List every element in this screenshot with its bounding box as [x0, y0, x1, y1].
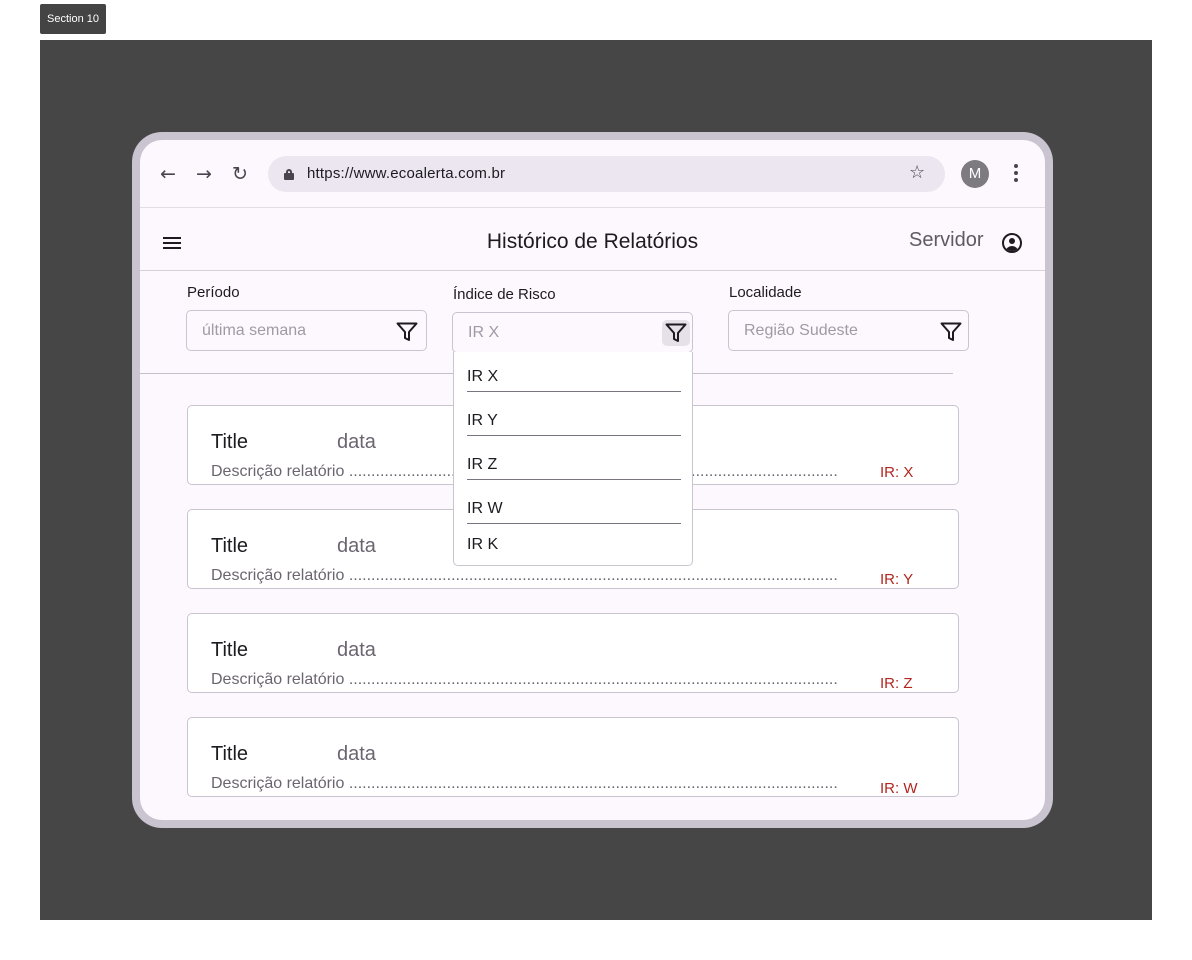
screen: ← → ↻ https://www.ecoalerta.com.br ☆ M H… — [140, 140, 1045, 820]
localidade-filter[interactable]: Região Sudeste — [728, 310, 969, 351]
star-icon[interactable]: ☆ — [909, 162, 925, 183]
periodo-label: Período — [187, 284, 240, 301]
report-date: data — [337, 431, 376, 453]
address-bar[interactable]: https://www.ecoalerta.com.br ☆ — [268, 156, 945, 192]
periodo-placeholder: última semana — [202, 322, 307, 339]
dropdown-option[interactable]: IR Y — [467, 408, 681, 436]
report-description: Descrição relatório ....................… — [211, 671, 838, 688]
report-description: Descrição relatório ....................… — [211, 567, 838, 584]
section-label: Section 10 — [40, 4, 106, 34]
back-icon[interactable]: ← — [158, 162, 178, 186]
url-text: https://www.ecoalerta.com.br — [307, 165, 506, 182]
report-risk-index: IR: W — [880, 780, 918, 797]
report-date: data — [337, 535, 376, 557]
report-description: Descrição relatório ....................… — [211, 775, 838, 792]
indice-placeholder: IR X — [468, 324, 500, 341]
report-card[interactable]: Title data Descrição relatório .........… — [187, 717, 959, 797]
periodo-filter[interactable]: última semana — [186, 310, 427, 351]
report-risk-index: IR: Y — [880, 571, 914, 588]
user-role-label: Servidor — [909, 229, 984, 251]
filter-icon[interactable] — [396, 322, 418, 342]
dropdown-option[interactable]: IR X — [467, 364, 681, 392]
dropdown-option[interactable]: IR K — [467, 532, 681, 560]
dropdown-option[interactable]: IR Z — [467, 452, 681, 480]
filter-icon — [665, 323, 687, 342]
indice-filter[interactable]: IR X — [452, 312, 693, 353]
browser-toolbar: ← → ↻ https://www.ecoalerta.com.br ☆ M — [140, 140, 1045, 208]
more-vert-icon[interactable] — [1014, 164, 1018, 184]
report-card[interactable]: Title data Descrição relatório .........… — [187, 613, 959, 693]
indice-dropdown-menu: IR X IR Y IR Z IR W IR K — [453, 352, 693, 566]
app-bar: Histórico de Relatórios Servidor — [140, 209, 1045, 271]
dropdown-option[interactable]: IR W — [467, 496, 681, 524]
canvas: ← → ↻ https://www.ecoalerta.com.br ☆ M H… — [40, 40, 1152, 920]
localidade-placeholder: Região Sudeste — [744, 322, 858, 339]
report-date: data — [337, 639, 376, 661]
report-risk-index: IR: X — [880, 464, 914, 481]
filter-icon[interactable] — [940, 322, 962, 342]
account-circle-icon[interactable] — [1002, 233, 1022, 253]
avatar[interactable]: M — [961, 160, 989, 188]
lock-icon — [284, 169, 294, 180]
report-title: Title — [211, 431, 249, 453]
device-frame: ← → ↻ https://www.ecoalerta.com.br ☆ M H… — [132, 132, 1053, 828]
reload-icon[interactable]: ↻ — [230, 162, 250, 186]
localidade-label: Localidade — [729, 284, 802, 301]
report-title: Title — [211, 743, 249, 765]
indice-filter-button[interactable] — [662, 320, 690, 346]
report-date: data — [337, 743, 376, 765]
forward-icon[interactable]: → — [194, 162, 214, 186]
report-risk-index: IR: Z — [880, 675, 913, 692]
indice-label: Índice de Risco — [453, 286, 556, 303]
report-title: Title — [211, 639, 249, 661]
report-title: Title — [211, 535, 249, 557]
